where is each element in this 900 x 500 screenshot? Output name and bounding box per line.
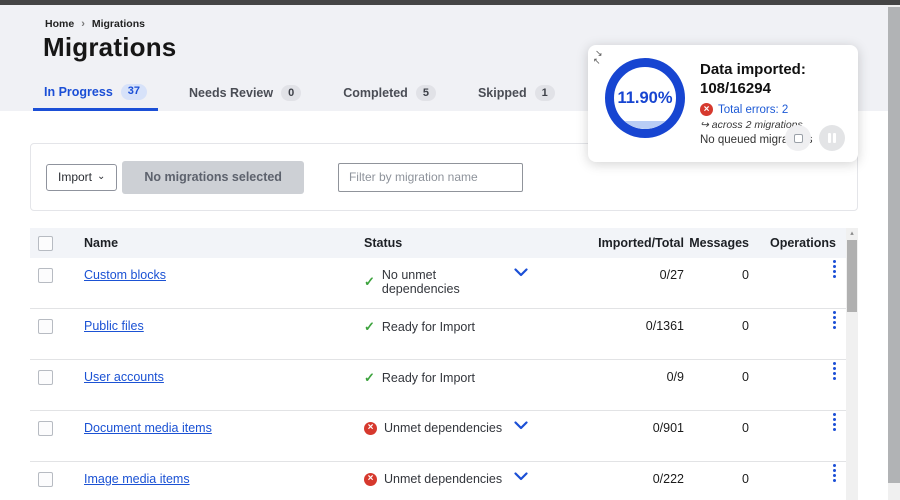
imported-total-value: 0/222 [652,472,684,486]
table-row: User accounts ✓ Ready for Import 0/9 0 [30,360,858,411]
status-text: Ready for Import [381,320,475,334]
stop-import-button[interactable] [785,125,811,151]
migration-name-link[interactable]: Document media items [84,421,212,435]
messages-count: 0 [742,472,749,486]
data-imported-label: Data imported: [700,61,806,78]
migrations-table: Name Status Imported/Total Messages Oper… [30,228,858,500]
imported-total-value: 0/9 [666,370,684,384]
table-header-row: Name Status Imported/Total Messages Oper… [30,228,858,258]
row-checkbox[interactable] [38,472,53,487]
status-error-icon: × [364,472,377,486]
table-row: Custom blocks ✓ No unmet dependencies 0/… [30,258,858,309]
imported-total-value: 0/901 [652,421,684,435]
messages-count: 0 [742,268,749,282]
operations-kebab-icon[interactable] [833,361,836,365]
data-imported-value: 108/16294 [700,80,771,97]
tab-bar: In Progress 37 Needs Review 0 Completed … [33,75,682,111]
arrow-up-left-icon: ↖ [593,56,601,66]
status-error-icon: × [364,421,377,435]
tab-label: Needs Review [189,86,274,100]
operations-kebab-icon[interactable] [833,463,836,467]
import-progress-card: ↘ ↖ 11.90% Data imported: 108/16294 × To… [588,45,858,162]
status-check-icon: ✓ [364,274,375,289]
migration-name-link[interactable]: Custom blocks [84,268,166,282]
import-dropdown-button[interactable]: Import ⌄ [46,163,118,191]
tab-needs-review[interactable]: Needs Review 0 [178,75,312,111]
collapse-card-icon[interactable]: ↘ ↖ [593,49,603,66]
window-top-bar [0,0,900,5]
page-title: Migrations [43,32,177,62]
progress-percent: 11.90% [617,88,673,107]
migration-name-link[interactable]: User accounts [84,370,164,384]
operations-kebab-icon[interactable] [833,412,836,416]
tab-count-badge: 1 [534,85,555,101]
table-row: Public files ✓ Ready for Import 0/1361 0 [30,309,858,360]
select-all-checkbox[interactable] [38,235,53,251]
header-operations: Operations [770,236,836,250]
status-check-icon: ✓ [364,319,375,334]
migration-name-link[interactable]: Image media items [84,472,190,486]
breadcrumb-separator-icon: › [81,18,85,30]
progress-ring: 11.90% [605,58,685,138]
messages-count: 0 [742,319,749,333]
breadcrumb-current: Migrations [91,18,145,30]
total-errors-text: Total errors: 2 [718,103,789,116]
tab-completed[interactable]: Completed 5 [332,75,447,111]
tab-skipped[interactable]: Skipped 1 [467,75,566,111]
total-errors-link[interactable]: × Total errors: 2 [700,103,850,116]
chevron-down-icon: ⌄ [97,170,106,182]
imported-total-value: 0/27 [659,268,684,282]
browser-scrollbar[interactable] [888,5,900,500]
row-checkbox[interactable] [38,268,53,283]
tab-label: Completed [343,86,408,100]
status-text: Unmet dependencies [384,472,503,486]
messages-count: 0 [742,421,749,435]
header-messages: Messages [689,236,749,250]
filter-migration-input[interactable] [337,162,523,192]
tab-count-badge: 37 [120,83,148,100]
tab-label: Skipped [477,86,527,100]
status-text: Unmet dependencies [384,421,503,435]
header-name: Name [84,236,119,250]
tab-in-progress[interactable]: In Progress 37 [33,75,159,111]
row-checkbox[interactable] [38,421,53,436]
scrollbar-up-arrow-icon[interactable]: ▴ [846,229,858,237]
no-migrations-selected-button: No migrations selected [122,160,304,194]
header-imported-total: Imported/Total [598,236,684,250]
header-status: Status [364,236,403,250]
table-row: Document media items × Unmet dependencie… [30,411,858,462]
operations-kebab-icon[interactable] [833,259,836,263]
table-scrollbar[interactable]: ▴ [846,228,858,500]
status-check-icon: ✓ [364,370,375,385]
tab-label: In Progress [44,84,113,99]
expand-chevron-icon[interactable] [514,268,528,277]
tab-count-badge: 0 [281,85,302,101]
pause-import-button[interactable] [819,125,845,151]
error-icon: × [700,103,713,116]
tab-count-badge: 5 [415,85,436,101]
row-checkbox[interactable] [38,319,53,334]
imported-total-value: 0/1361 [645,319,684,333]
migration-name-link[interactable]: Public files [84,319,144,333]
branch-arrow-icon: ↪ [700,119,709,131]
table-scrollbar-thumb[interactable] [847,240,857,312]
browser-scrollbar-thumb[interactable] [888,7,900,483]
messages-count: 0 [742,370,749,384]
status-text: Ready for Import [381,371,475,385]
row-checkbox[interactable] [38,370,53,385]
breadcrumb: Home › Migrations [45,18,145,30]
import-button-label: Import [58,170,93,184]
operations-kebab-icon[interactable] [833,310,836,314]
expand-chevron-icon[interactable] [514,421,528,430]
stop-icon [793,133,803,143]
table-row: Image media items × Unmet dependencies 0… [30,462,858,500]
breadcrumb-home-link[interactable]: Home [45,18,74,30]
expand-chevron-icon[interactable] [514,472,528,481]
status-text: No unmet dependencies [381,268,460,296]
